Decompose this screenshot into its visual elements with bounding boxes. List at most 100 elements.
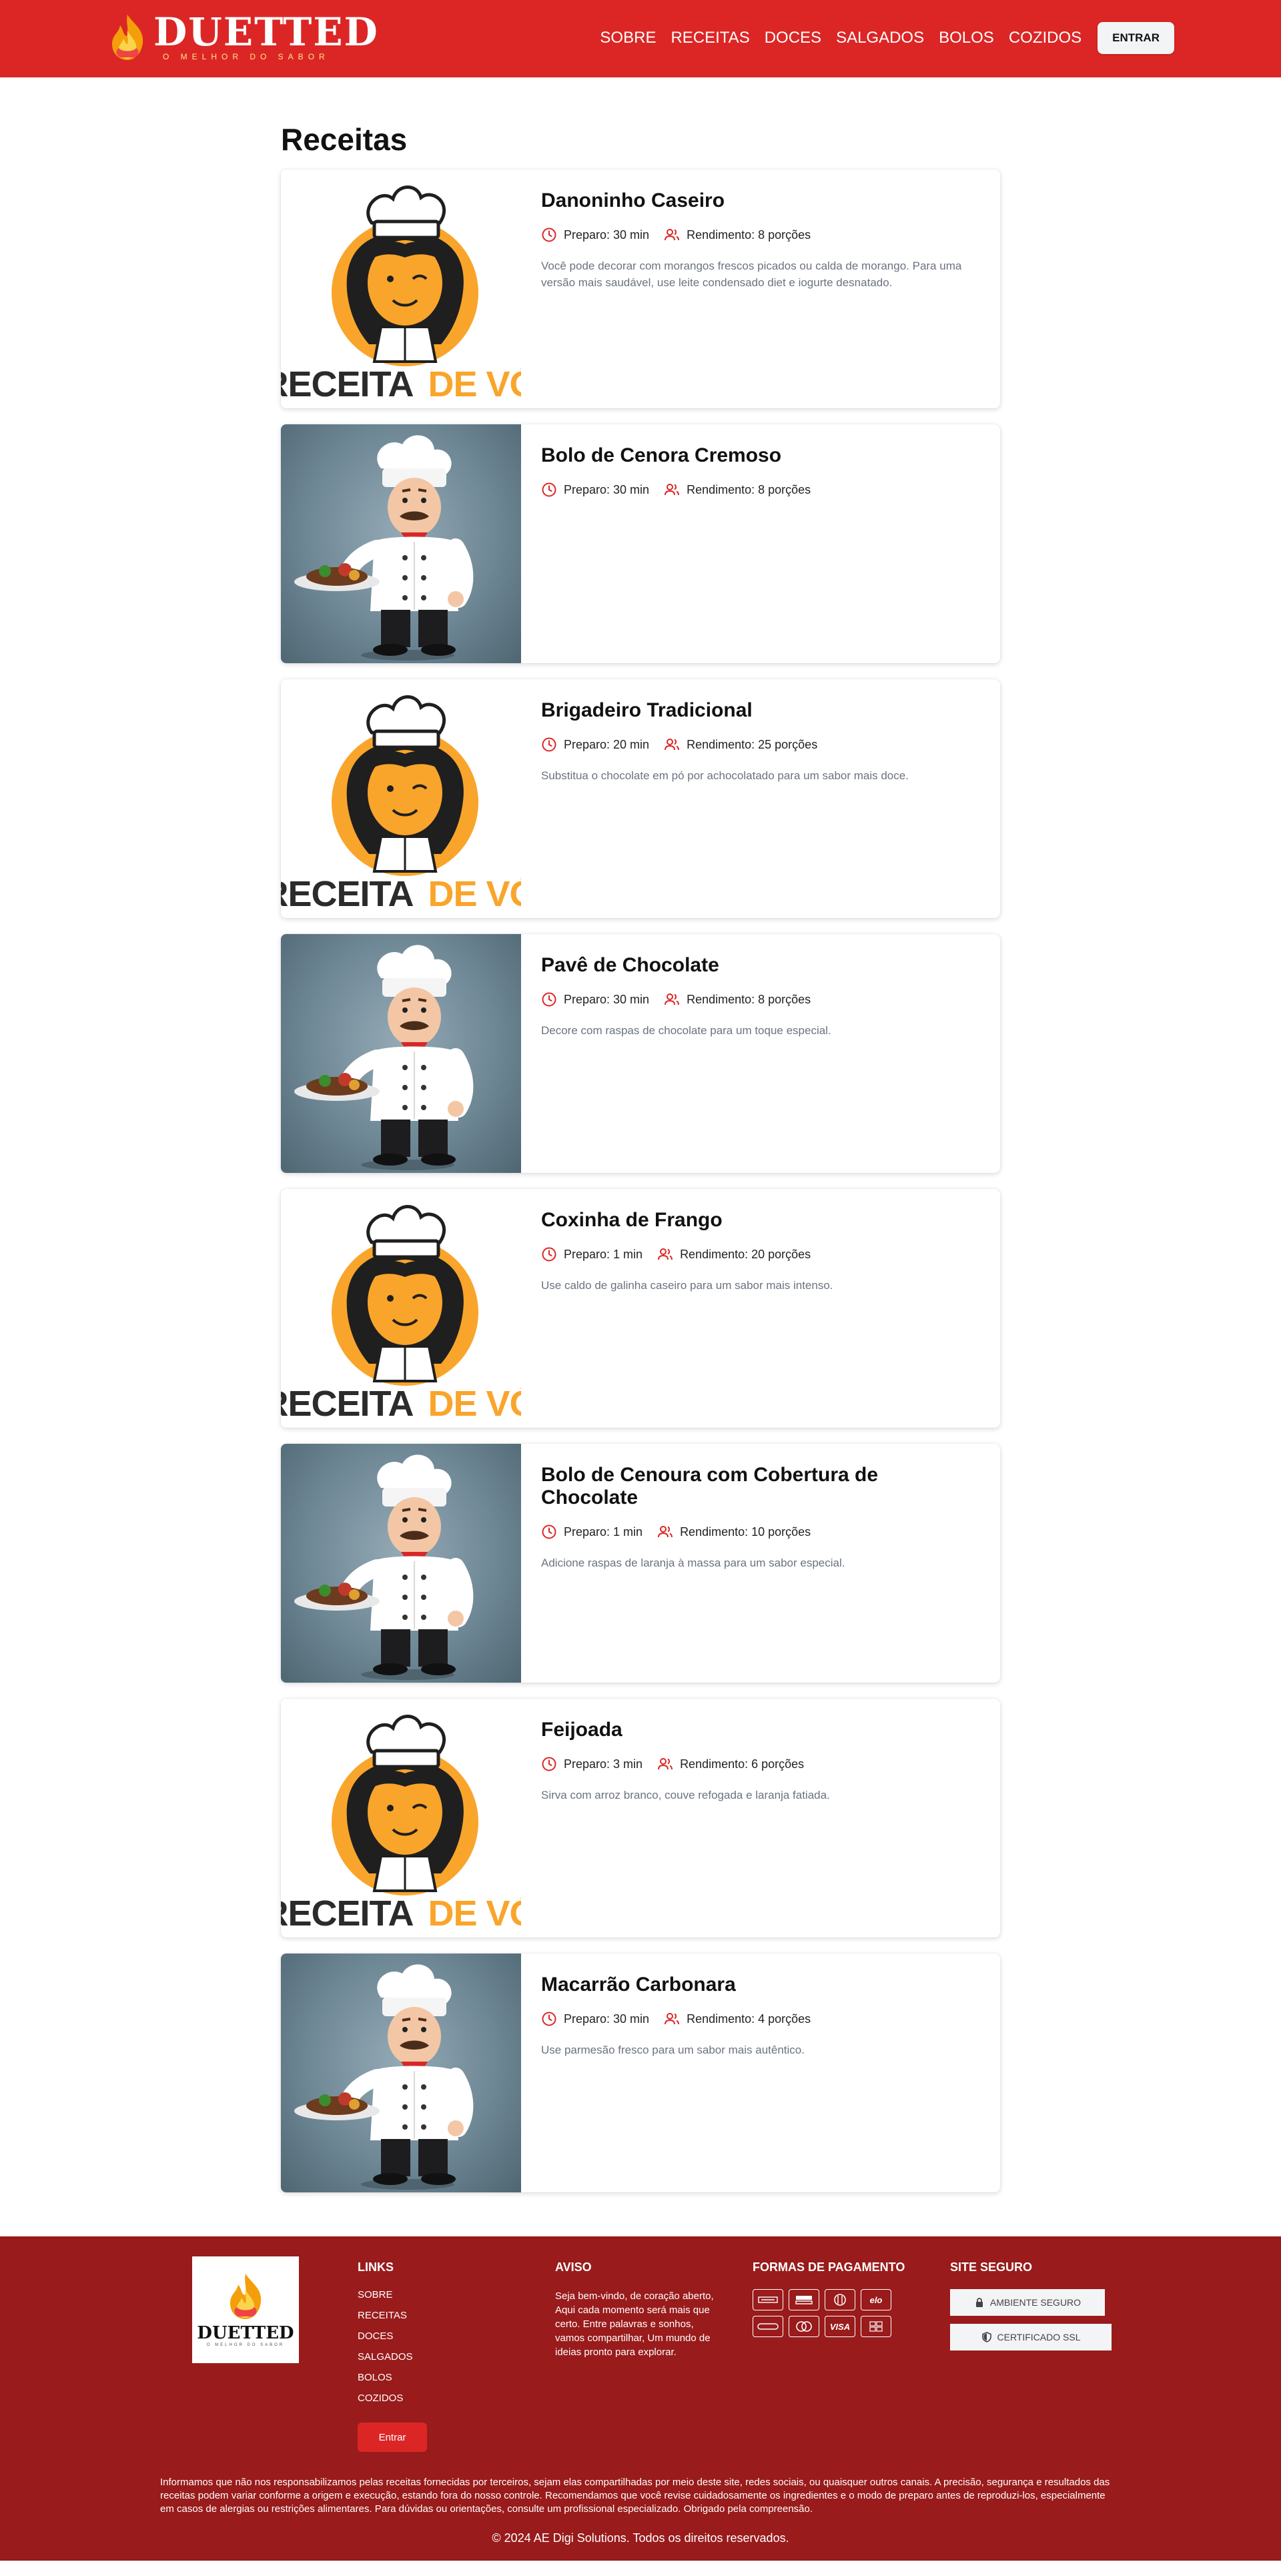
recipe-title[interactable]: Bolo de Cenora Cremoso: [541, 444, 980, 467]
footer-disclaimer: Informamos que não nos responsabilizamos…: [160, 2477, 1110, 2515]
recipe-meta: Preparo: 30 min Rendimento: 8 porções: [541, 482, 980, 498]
recipe-yield-text: Rendimento: 10 porções: [680, 1525, 811, 1539]
recipe-prep-text: Preparo: 20 min: [564, 737, 650, 751]
footer-link-bolos[interactable]: BOLOS: [358, 2372, 427, 2383]
footer-logo[interactable]: DUETTED O MELHOR DO SABOR: [192, 2256, 299, 2363]
recipe-prep-text: Preparo: 30 min: [564, 228, 650, 242]
footer-login-button[interactable]: Entrar: [358, 2423, 427, 2452]
recipe-card[interactable]: RECEITA DE VÓ Coxinha de Frango Preparo:…: [281, 1189, 1000, 1428]
recipe-yield: Rendimento: 6 porções: [657, 1756, 804, 1772]
chef-image[interactable]: [281, 1444, 521, 1683]
receita-de-vo-image[interactable]: RECEITA DE VÓ: [281, 169, 521, 408]
receita-de-vo-image[interactable]: RECEITA DE VÓ: [281, 679, 521, 918]
recipe-card[interactable]: Bolo de Cenora Cremoso Preparo: 30 min R…: [281, 424, 1000, 663]
recipe-yield: Rendimento: 8 porções: [664, 991, 811, 1007]
clock-icon: [542, 1247, 556, 1262]
nav-cozidos[interactable]: COZIDOS: [1009, 29, 1082, 47]
recipe-title[interactable]: Brigadeiro Tradicional: [541, 699, 980, 722]
footer-brand-tagline: O MELHOR DO SABOR: [206, 2343, 285, 2347]
recipe-yield-text: Rendimento: 8 porções: [687, 228, 811, 242]
footer-payment-title: FORMAS DE PAGAMENTO: [753, 2260, 905, 2274]
clock-icon: [542, 737, 556, 752]
receita-de-vo-image[interactable]: RECEITA DE VÓ: [281, 1699, 521, 1938]
recipe-yield: Rendimento: 4 porções: [664, 2011, 811, 2027]
chef-image[interactable]: [281, 424, 521, 663]
recipe-meta: Preparo: 20 min Rendimento: 25 porções: [541, 737, 980, 753]
boleto-icon: [789, 2289, 819, 2310]
recipe-title[interactable]: Feijoada: [541, 1719, 980, 1741]
recipe-prep: Preparo: 1 min: [541, 1246, 643, 1262]
recipe-yield-text: Rendimento: 20 porções: [680, 1247, 811, 1261]
flame-icon: [112, 15, 143, 60]
recipe-title[interactable]: Pavê de Chocolate: [541, 954, 980, 977]
nav-receitas[interactable]: RECEITAS: [671, 29, 749, 47]
footer-link-cozidos[interactable]: COZIDOS: [358, 2393, 427, 2404]
recipe-card[interactable]: Pavê de Chocolate Preparo: 30 min Rendim…: [281, 934, 1000, 1173]
recipe-prep-text: Preparo: 3 min: [564, 1757, 643, 1771]
login-button[interactable]: ENTRAR: [1098, 22, 1174, 54]
footer-link-salgados[interactable]: SALGADOS: [358, 2351, 427, 2363]
recipe-prep: Preparo: 1 min: [541, 1524, 643, 1540]
chef-image[interactable]: [281, 934, 521, 1173]
footer-aviso-text: Seja bem-vindo, de coração aberto, Aqui …: [555, 2290, 714, 2358]
nav-bolos[interactable]: BOLOS: [939, 29, 994, 47]
recipe-prep: Preparo: 30 min: [541, 227, 649, 243]
recipe-yield-text: Rendimento: 8 porções: [687, 992, 811, 1006]
receita-de-vo-image[interactable]: RECEITA DE VÓ: [281, 1189, 521, 1428]
brand-name: DUETTED: [153, 9, 379, 55]
recipe-meta: Preparo: 3 min Rendimento: 6 porções: [541, 1756, 980, 1772]
nav-sobre[interactable]: SOBRE: [600, 29, 656, 47]
recipe-meta: Preparo: 1 min Rendimento: 20 porções: [541, 1246, 980, 1262]
diners-icon: [825, 2289, 855, 2310]
recipe-card[interactable]: Bolo de Cenoura com Cobertura de Chocola…: [281, 1444, 1000, 1683]
site-header: DUETTED O MELHOR DO SABOR SOBRE RECEITAS…: [0, 0, 1281, 77]
recipe-card[interactable]: RECEITA DE VÓ Brigadeiro Tradicional Pre…: [281, 679, 1000, 918]
hipercard-icon: [753, 2316, 783, 2337]
recipe-prep-text: Preparo: 30 min: [564, 482, 650, 496]
site-footer: DUETTED O MELHOR DO SABOR LINKS SOBRE RE…: [0, 2236, 1281, 2561]
image-caption: RECEITA DE VÓ: [281, 1384, 521, 1424]
users-icon: [665, 2013, 680, 2025]
image-caption: RECEITA DE VÓ: [281, 874, 521, 914]
ambiente-seguro-badge[interactable]: AMBIENTE SEGURO: [950, 2289, 1105, 2316]
recipe-yield: Rendimento: 8 porções: [664, 482, 811, 498]
users-icon: [665, 229, 680, 241]
clock-icon: [542, 2012, 556, 2026]
footer-copyright: © 2024 AE Digi Solutions. Todos os direi…: [492, 2531, 789, 2545]
footer-secure-title: SITE SEGURO: [950, 2260, 1033, 2274]
clock-icon: [542, 992, 556, 1007]
recipe-title[interactable]: Danoninho Caseiro: [541, 189, 980, 212]
ambiente-seguro-label: AMBIENTE SEGURO: [989, 2297, 1082, 2308]
recipe-title[interactable]: Bolo de Cenoura com Cobertura de Chocola…: [541, 1464, 980, 1509]
footer-aviso: AVISO Seja bem-vindo, de coração aberto,…: [555, 2260, 722, 2359]
footer-link-sobre[interactable]: SOBRE: [358, 2289, 427, 2300]
certificado-ssl-badge[interactable]: CERTIFICADO SSL: [950, 2324, 1112, 2350]
image-caption: RECEITA DE VÓ: [281, 1893, 521, 1934]
nav-doces[interactable]: DOCES: [765, 29, 821, 47]
flame-icon: [230, 2274, 262, 2319]
recipe-card[interactable]: RECEITA DE VÓ Danoninho Caseiro Preparo:…: [281, 169, 1000, 408]
footer-payments: FORMAS DE PAGAMENTO elo VISA: [753, 2260, 905, 2337]
recipe-card-body: Danoninho Caseiro Preparo: 30 min Rendim…: [521, 169, 1000, 408]
recipe-card-body: Bolo de Cenoura com Cobertura de Chocola…: [521, 1444, 1000, 1683]
users-icon: [658, 1526, 673, 1538]
chef-image[interactable]: [281, 1954, 521, 2192]
lock-icon: [975, 2298, 983, 2307]
recipe-card-body: Pavê de Chocolate Preparo: 30 min Rendim…: [521, 934, 1000, 1173]
recipe-card[interactable]: RECEITA DE VÓ Feijoada Preparo: 3 min Re…: [281, 1699, 1000, 1938]
brand-logo[interactable]: DUETTED O MELHOR DO SABOR: [107, 13, 379, 61]
users-icon: [658, 1758, 673, 1770]
clock-icon: [542, 228, 556, 242]
footer-link-doces[interactable]: DOCES: [358, 2330, 427, 2342]
clock-icon: [542, 1757, 556, 1771]
recipe-card-body: Feijoada Preparo: 3 min Rendimento: 6 po…: [521, 1699, 1000, 1938]
shield-icon: [981, 2332, 991, 2342]
recipe-card[interactable]: Macarrão Carbonara Preparo: 30 min Rendi…: [281, 1954, 1000, 2192]
recipe-prep: Preparo: 30 min: [541, 2011, 649, 2027]
recipe-title[interactable]: Coxinha de Frango: [541, 1209, 980, 1232]
footer-link-receitas[interactable]: RECEITAS: [358, 2310, 427, 2321]
nav-salgados[interactable]: SALGADOS: [836, 29, 924, 47]
recipe-title[interactable]: Macarrão Carbonara: [541, 1974, 980, 1996]
footer-brand-name: DUETTED: [197, 2323, 294, 2343]
recipe-card-body: Brigadeiro Tradicional Preparo: 20 min R…: [521, 679, 1000, 918]
